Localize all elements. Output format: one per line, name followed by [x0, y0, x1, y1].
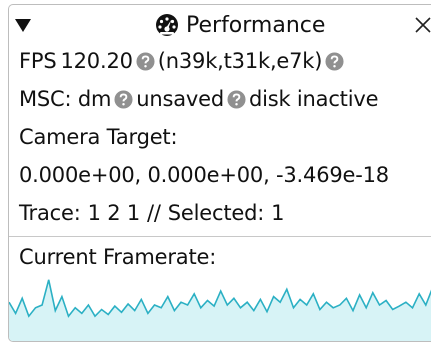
trace-separator: // [147, 201, 161, 225]
fps-label: FPS [19, 49, 57, 73]
trace-label: Trace: [19, 201, 81, 225]
speedometer-icon [155, 13, 179, 37]
panel-titlebar: Performance [9, 5, 431, 45]
framerate-label-row: Current Framerate: [19, 240, 216, 274]
fps-row: FPS 120.20 (n39k,t31k,e7k) [19, 44, 347, 78]
panel-title: Performance [155, 10, 325, 40]
msc-label: MSC: dm [19, 87, 112, 111]
msc-saved-status: unsaved [136, 87, 224, 111]
help-circle-icon[interactable] [227, 89, 246, 109]
camera-value: 0.000e+00, 0.000e+00, -3.469e-18 [19, 163, 389, 187]
section-divider [9, 236, 431, 237]
selected-value: 1 [271, 201, 285, 225]
framerate-sparkline [9, 273, 431, 341]
close-icon[interactable] [408, 9, 431, 41]
fps-value: 120.20 [60, 49, 133, 73]
help-circle-icon[interactable] [114, 89, 133, 109]
panel-title-text: Performance [186, 12, 326, 38]
framerate-sparkline-svg [9, 279, 431, 341]
selected-label: Selected: [167, 201, 265, 225]
trace-value: 1 2 1 [87, 201, 141, 225]
fps-counts: (n39k,t31k,e7k) [157, 49, 323, 73]
trace-row: Trace: 1 2 1 // Selected: 1 [19, 196, 284, 230]
camera-target-label: Camera Target: [19, 120, 178, 154]
msc-row: MSC: dm unsaved disk inactive [19, 82, 378, 116]
camera-target-value: 0.000e+00, 0.000e+00, -3.469e-18 [19, 158, 389, 192]
help-circle-icon[interactable] [136, 51, 155, 71]
performance-panel: Performance FPS 120.20 (n39k,t31k,e7k) M… [8, 4, 431, 342]
camera-label: Camera Target: [19, 125, 178, 149]
collapse-triangle-icon[interactable] [9, 7, 37, 43]
help-circle-icon[interactable] [325, 51, 344, 71]
msc-disk-status: disk inactive [248, 87, 379, 111]
framerate-label: Current Framerate: [19, 245, 217, 269]
